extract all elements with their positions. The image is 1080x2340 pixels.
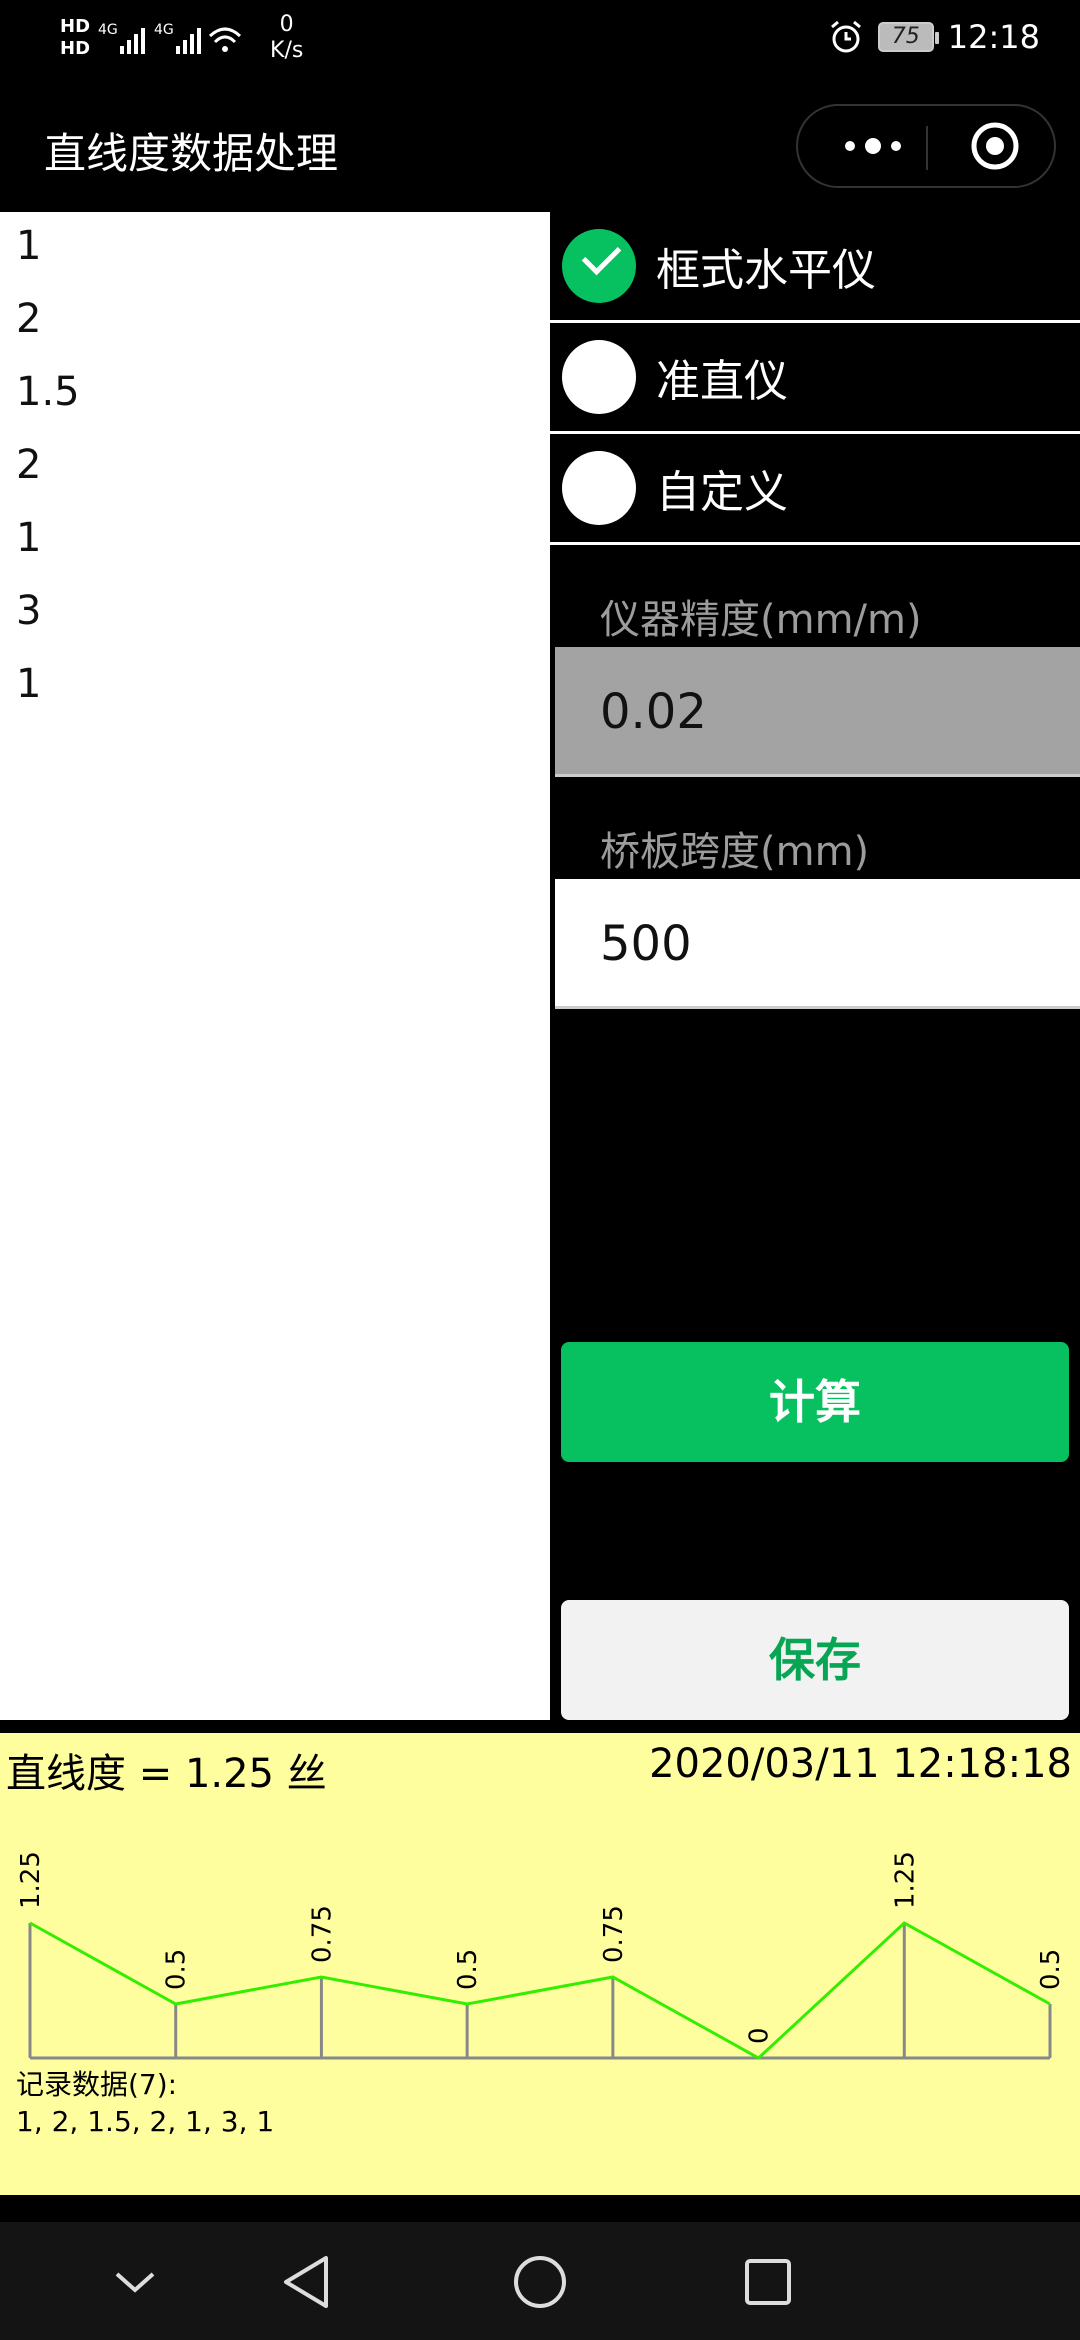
- radio-custom[interactable]: 自定义: [550, 434, 1080, 545]
- span-input[interactable]: 500: [555, 879, 1080, 1009]
- chart-data-label: 0.5: [1036, 1949, 1066, 1990]
- home-button[interactable]: [500, 2242, 580, 2322]
- calculate-button[interactable]: 计算: [561, 1342, 1069, 1462]
- svg-text:4G: 4G: [98, 22, 118, 38]
- save-button[interactable]: 保存: [561, 1600, 1069, 1720]
- precision-input[interactable]: 0.02: [555, 647, 1080, 777]
- list-item[interactable]: 2: [0, 285, 550, 358]
- straightness-result: 直线度 = 1.25 丝: [6, 1751, 327, 1797]
- more-button[interactable]: [830, 106, 916, 186]
- radio-label: 自定义: [656, 467, 788, 518]
- result-timestamp: 2020/03/11 12:18:18: [649, 1741, 1072, 1787]
- chart-data-label: 0.5: [453, 1949, 483, 1990]
- chart-data-label: 1.25: [890, 1851, 920, 1909]
- hd1-indicator: HD: [60, 16, 91, 37]
- target-icon: [971, 122, 1019, 170]
- radio-unchecked-icon[interactable]: [562, 340, 636, 414]
- list-item[interactable]: 1: [0, 504, 550, 577]
- list-item[interactable]: 1: [0, 212, 550, 285]
- list-item[interactable]: 1: [0, 650, 550, 723]
- net-speed-value: 0: [279, 12, 294, 37]
- settings-panel: 框式水平仪 准直仪 自定义 仪器精度(mm/m) 0.02 桥板跨度(mm) 5…: [550, 212, 1080, 1720]
- precision-label: 仪器精度(mm/m): [600, 597, 922, 643]
- system-nav-bar: [0, 2222, 1080, 2340]
- radio-unchecked-icon[interactable]: [562, 451, 636, 525]
- data-list: 1 2 1.5 2 1 3 1: [0, 212, 550, 1720]
- svg-text:4G: 4G: [154, 22, 174, 38]
- recents-button[interactable]: [728, 2242, 808, 2322]
- list-item[interactable]: 3: [0, 577, 550, 650]
- status-bar: HD HD 4G 4G 0 K/s 75 12:18: [0, 0, 1080, 80]
- span-label: 桥板跨度(mm): [600, 829, 870, 875]
- radio-label: 准直仪: [656, 356, 788, 407]
- page-title: 直线度数据处理: [44, 129, 339, 178]
- radio-checked-icon[interactable]: [562, 229, 636, 303]
- record-label: 记录数据(7):: [16, 2068, 178, 2101]
- chart-data-label: 0.75: [307, 1905, 337, 1963]
- capsule-menu: [796, 104, 1056, 188]
- chart-data-label: 0.75: [599, 1905, 629, 1963]
- net-speed-unit: K/s: [270, 38, 304, 63]
- chart-data-label: 0: [745, 2027, 775, 2044]
- collapse-button[interactable]: [95, 2242, 175, 2322]
- result-panel: 直线度 = 1.25 丝 2020/03/11 12:18:18 1.25 0.5…: [0, 1733, 1080, 2195]
- title-bar: 直线度数据处理: [0, 80, 1080, 212]
- chart-data-label: 0.5: [162, 1949, 192, 1990]
- recents-icon: [745, 2259, 791, 2305]
- capsule-divider: [926, 126, 928, 170]
- close-miniprogram-button[interactable]: [940, 106, 1050, 186]
- alarm-icon: [830, 20, 861, 53]
- hd-indicators: HD HD: [60, 16, 90, 60]
- home-icon: [514, 2256, 566, 2308]
- radio-label: 框式水平仪: [656, 245, 876, 296]
- chart-data-label: 1.25: [16, 1851, 46, 1909]
- radio-collimator[interactable]: 准直仪: [550, 323, 1080, 434]
- clock: 12:18: [947, 18, 1040, 56]
- more-icon: [845, 138, 901, 154]
- battery-icon: 75: [877, 22, 939, 52]
- chevron-down-icon: [115, 2272, 155, 2293]
- back-icon: [284, 2256, 328, 2308]
- list-item[interactable]: 2: [0, 431, 550, 504]
- hd2-indicator: HD: [60, 38, 91, 59]
- record-values: 1, 2, 1.5, 2, 1, 3, 1: [16, 2105, 275, 2138]
- list-item[interactable]: 1.5: [0, 358, 550, 431]
- radio-frame-level[interactable]: 框式水平仪: [550, 212, 1080, 323]
- status-left: HD HD 4G 4G 0 K/s: [60, 12, 303, 64]
- net-speed: 0 K/s: [270, 12, 303, 64]
- back-button[interactable]: [268, 2242, 348, 2322]
- status-right: 75 12:18: [828, 18, 1040, 56]
- straightness-chart: 1.25 0.5 0.75 0.5 0.75 0 1.25 0.5: [16, 1851, 1066, 2060]
- signal-icon: 4G 4G: [98, 22, 242, 54]
